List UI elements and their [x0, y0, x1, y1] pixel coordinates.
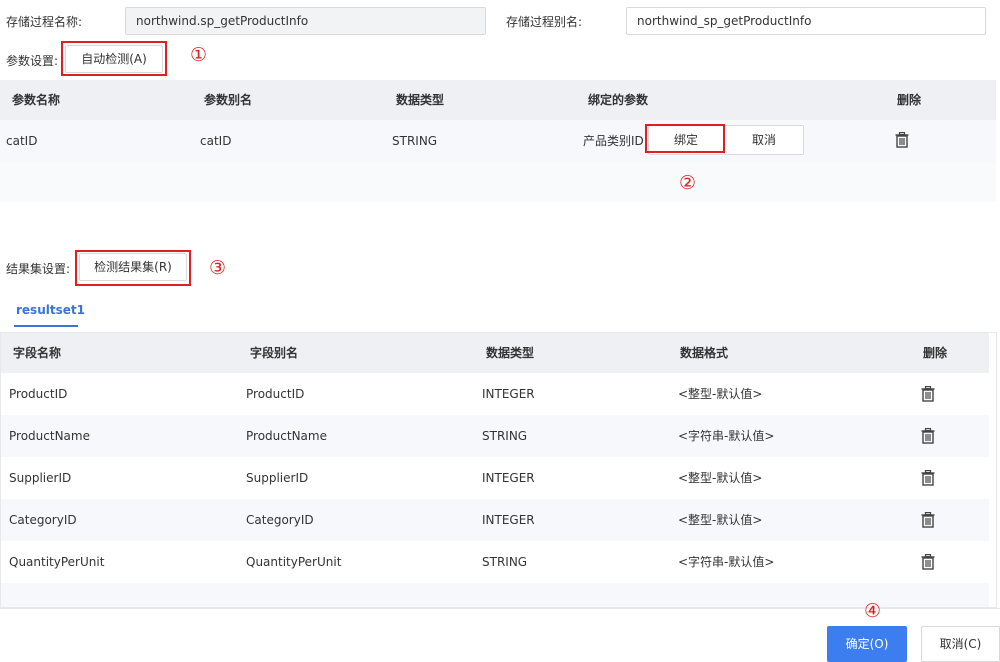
- highlight-box-3: [75, 250, 191, 286]
- col-field-delete: 删除: [923, 346, 948, 360]
- params-table-header: 参数名称 参数别名 数据类型 绑定的参数 删除: [0, 80, 996, 120]
- col-param-bound: 绑定的参数: [588, 93, 649, 107]
- trash-icon[interactable]: [921, 428, 935, 444]
- table-row: SupplierID SupplierID INTEGER <整型-默认值>: [1, 457, 989, 499]
- params-empty-row: [0, 162, 996, 202]
- field-alias: SupplierID: [246, 471, 309, 485]
- proc-name-field[interactable]: northwind.sp_getProductInfo: [125, 7, 486, 35]
- field-name: SupplierID: [9, 471, 72, 485]
- trash-icon[interactable]: [921, 554, 935, 570]
- col-param-type: 数据类型: [396, 93, 445, 107]
- field-name: QuantityPerUnit: [9, 555, 105, 569]
- trash-icon[interactable]: [921, 386, 935, 402]
- field-name: ProductName: [9, 429, 90, 443]
- table-row: CategoryID CategoryID INTEGER <整型-默认值>: [1, 499, 989, 541]
- cancel-button[interactable]: 取消(C): [921, 626, 1000, 662]
- highlight-box-1: [61, 41, 167, 76]
- params-label: 参数设置:: [6, 54, 59, 68]
- highlight-box-2: [645, 124, 725, 153]
- resultset-table: 字段名称 字段别名 数据类型 数据格式 删除 ProductID ProductI…: [0, 332, 997, 608]
- table-row: ProductName ProductName STRING <字符串-默认值>: [1, 415, 989, 457]
- table-row: QuantityPerUnit QuantityPerUnit STRING <字符串…: [1, 541, 989, 583]
- col-param-name: 参数名称: [12, 93, 61, 107]
- proc-name-label: 存储过程名称:: [6, 15, 83, 29]
- col-param-alias: 参数别名: [204, 93, 253, 107]
- annotation-3: ③: [209, 257, 227, 279]
- trash-icon[interactable]: [921, 512, 935, 528]
- field-alias: CategoryID: [246, 513, 314, 527]
- col-field-format: 数据格式: [680, 346, 729, 360]
- field-name: ProductID: [9, 387, 68, 401]
- trash-icon[interactable]: [921, 470, 935, 486]
- annotation-1: ①: [190, 44, 208, 66]
- field-type: STRING: [482, 429, 528, 443]
- table-row: ProductID ProductID INTEGER <整型-默认值>: [1, 373, 989, 415]
- field-format[interactable]: <整型-默认值>: [678, 457, 762, 499]
- field-format[interactable]: <整型-默认值>: [678, 373, 762, 415]
- ok-button[interactable]: 确定(O): [827, 626, 907, 662]
- trash-icon[interactable]: [895, 132, 909, 148]
- resultset-label: 结果集设置:: [6, 262, 71, 276]
- param-alias: catID: [200, 134, 232, 148]
- field-name: CategoryID: [9, 513, 77, 527]
- field-alias: QuantityPerUnit: [246, 555, 342, 569]
- proc-alias-label: 存储过程别名:: [506, 15, 583, 29]
- field-format[interactable]: <字符串-默认值>: [678, 541, 774, 583]
- param-bound: 产品类别ID: [583, 134, 644, 148]
- field-format[interactable]: <字符串-默认值>: [678, 415, 774, 457]
- field-type: STRING: [482, 555, 528, 569]
- annotation-4: ④: [864, 600, 882, 622]
- field-alias: ProductName: [246, 429, 327, 443]
- param-type: STRING: [392, 134, 438, 148]
- field-format[interactable]: <整型-默认值>: [678, 499, 762, 541]
- tab-resultset1[interactable]: resultset1: [16, 303, 85, 317]
- proc-alias-field[interactable]: northwind_sp_getProductInfo: [626, 7, 986, 35]
- col-field-alias: 字段别名: [250, 346, 299, 360]
- col-field-type: 数据类型: [486, 346, 535, 360]
- params-row: catID catID STRING 产品类别ID 绑定 取消: [0, 120, 996, 162]
- footer-divider: [0, 608, 1000, 609]
- annotation-2: ②: [679, 172, 697, 194]
- unbind-button[interactable]: 取消: [724, 125, 804, 155]
- field-type: INTEGER: [482, 513, 535, 527]
- field-type: INTEGER: [482, 471, 535, 485]
- tab-indicator: [14, 325, 78, 327]
- resultset-table-header: 字段名称 字段别名 数据类型 数据格式 删除: [1, 333, 989, 373]
- field-type: INTEGER: [482, 387, 535, 401]
- col-param-delete: 删除: [897, 93, 922, 107]
- field-alias: ProductID: [246, 387, 305, 401]
- table-row-partial: [1, 583, 989, 607]
- param-name: catID: [6, 134, 38, 148]
- col-field-name: 字段名称: [13, 346, 62, 360]
